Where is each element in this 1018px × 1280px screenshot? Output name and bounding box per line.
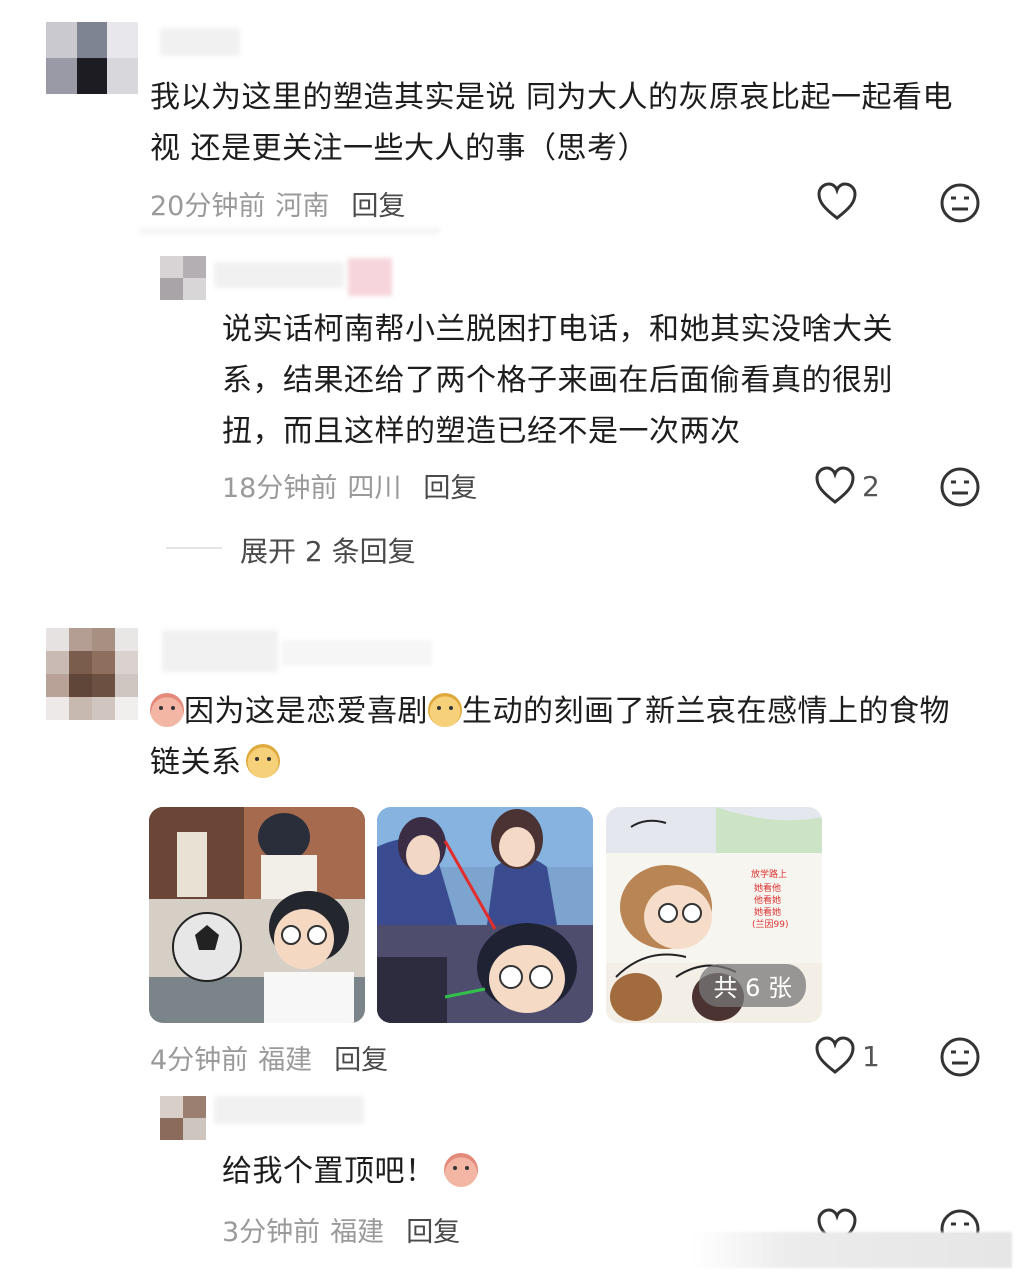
comment-meta: 18分钟前 四川 回复 [222, 466, 477, 505]
username-redacted [160, 28, 240, 56]
image-count-badge: 共 6 张 [699, 964, 806, 1007]
like-count: 2 [862, 470, 880, 503]
username-redacted [214, 1096, 364, 1124]
avatar[interactable] [46, 22, 138, 94]
neutral-face-icon[interactable] [939, 182, 981, 224]
heart-icon[interactable] [814, 466, 856, 506]
heart-icon[interactable] [814, 1036, 856, 1076]
image-caption: 放学路上 [751, 868, 787, 880]
separator [140, 228, 440, 234]
comment-time: 20分钟前 [150, 191, 266, 222]
image-caption: 她看他 [754, 882, 781, 894]
watermark-overlay [692, 1232, 1012, 1268]
comment-meta: 3分钟前 福建 回复 [222, 1210, 460, 1249]
username-redacted [282, 640, 432, 666]
comment-location: 福建 [258, 1045, 313, 1076]
dog-emoji [428, 693, 462, 727]
image-caption: (兰因99) [752, 918, 788, 930]
comment-time: 3分钟前 [222, 1217, 321, 1248]
comment-image[interactable] [149, 807, 365, 1023]
avatar[interactable] [46, 628, 138, 720]
comment-text: 因为这是恋爱喜剧 生动的刻画了新兰哀在感情上的食物链关系 [150, 686, 980, 788]
comment-location: 河南 [275, 191, 330, 222]
neutral-face-icon[interactable] [939, 1036, 981, 1078]
image-caption: 他看她 [754, 894, 781, 906]
image-caption: 她看她 [754, 906, 781, 918]
heart-icon[interactable] [816, 182, 858, 222]
neutral-face-icon[interactable] [939, 466, 981, 508]
pig-emoji [150, 693, 184, 727]
like-count: 1 [862, 1040, 880, 1073]
username-redacted [348, 258, 392, 296]
comment-image[interactable]: 放学路上 她看他 他看她 她看她 (兰因99) 共 6 张 [606, 807, 822, 1023]
pig-emoji [443, 1153, 478, 1187]
comment-location: 四川 [347, 473, 402, 504]
comment-time: 4分钟前 [150, 1045, 249, 1076]
username-redacted [214, 262, 344, 288]
comment-image[interactable] [377, 807, 593, 1023]
comment-meta: 4分钟前 福建 回复 [150, 1038, 388, 1077]
comment-text-part: 因为这是恋爱喜剧 [184, 694, 428, 729]
username-redacted [162, 630, 278, 672]
avatar[interactable] [160, 1096, 206, 1140]
comment-text: 说实话柯南帮小兰脱困打电话，和她其实没啥大关系，结果还给了两个格子来画在后面偷看… [222, 312, 893, 449]
comment-location: 福建 [330, 1217, 385, 1248]
reply-button[interactable]: 回复 [406, 1217, 460, 1248]
comment-text: 我以为这里的塑造其实是说 同为大人的灰原哀比起一起看电视 还是更关注一些大人的事… [150, 80, 954, 166]
comment-text: 给我个置顶吧！ [222, 1146, 942, 1197]
reply-button[interactable]: 回复 [351, 191, 405, 222]
reply-button[interactable]: 回复 [423, 473, 477, 504]
dog-emoji [245, 744, 280, 778]
reply-button[interactable]: 回复 [334, 1045, 388, 1076]
comment-text-part: 给我个置顶吧！ [222, 1154, 436, 1189]
comment-meta: 20分钟前 河南 回复 [150, 184, 405, 223]
avatar[interactable] [160, 256, 206, 300]
comment-time: 18分钟前 [222, 473, 338, 504]
expand-replies-button[interactable]: 展开 2 条回复 [240, 530, 416, 570]
divider [166, 547, 222, 549]
